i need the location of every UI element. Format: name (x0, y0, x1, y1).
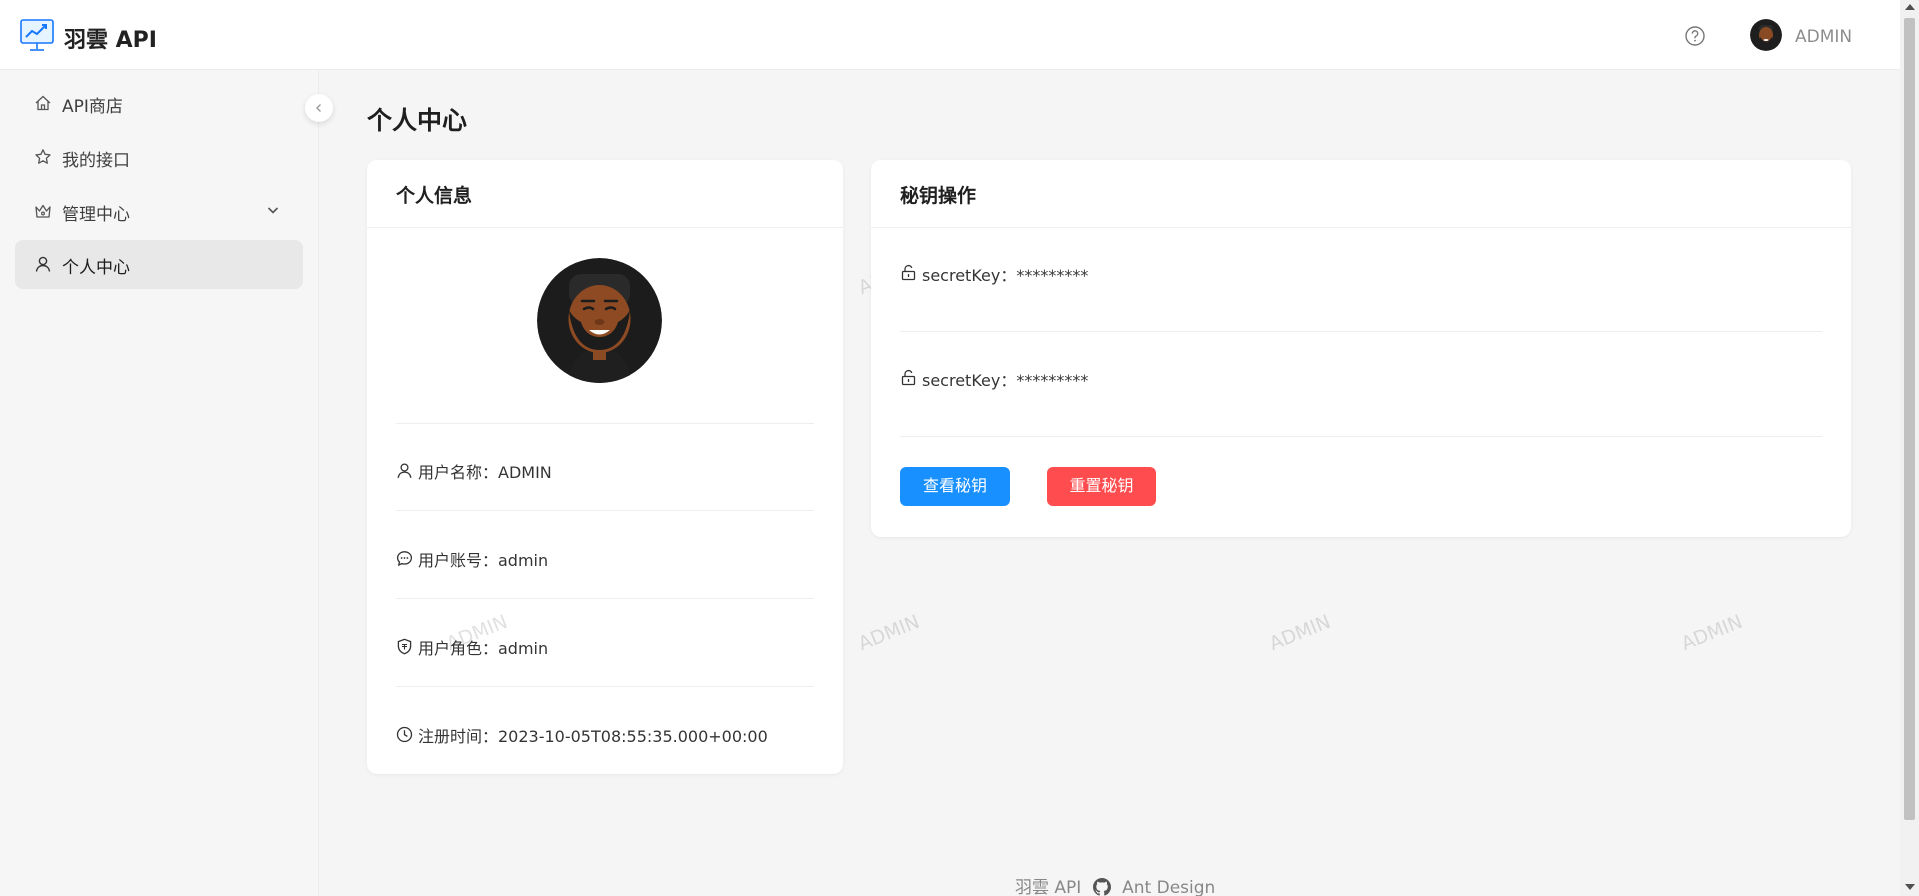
card-title: 秘钥操作 (900, 185, 977, 207)
register-time-text: 注册时间：2023-10-05T08:55:35.000+00:00 (418, 727, 768, 746)
watermark-text: ADMIN (1678, 610, 1746, 656)
user-role-text: 用户角色：admin (418, 639, 549, 658)
sidebar-item-label: 管理中心 (62, 205, 130, 225)
home-icon (35, 95, 51, 111)
avatar[interactable] (1750, 19, 1782, 51)
divider (396, 686, 814, 687)
unlock-icon (901, 369, 916, 386)
avatar (537, 258, 662, 383)
clock-icon (396, 726, 413, 743)
card-title: 个人信息 (396, 185, 473, 207)
crown-icon (35, 204, 51, 218)
watermark-text: ADMIN (855, 610, 923, 656)
question-circle-icon[interactable] (1684, 25, 1706, 47)
chevron-left-icon (316, 104, 321, 112)
divider (900, 331, 1822, 332)
card-header: 秘钥操作 (871, 160, 1851, 228)
secret-key-text: secretKey：********* (922, 266, 1089, 285)
user-account-text: 用户账号：admin (418, 551, 549, 570)
footer-ant-design-link[interactable]: Ant Design (1122, 878, 1215, 896)
scroll-up-arrow-icon[interactable] (1905, 4, 1915, 10)
divider (396, 510, 814, 511)
user-icon (397, 463, 412, 478)
sidebar-item-admin-center[interactable]: 管理中心 (15, 187, 303, 236)
monitor-chart-icon[interactable] (19, 17, 55, 53)
scroll-down-arrow-icon[interactable] (1905, 884, 1915, 890)
footer-brand-link[interactable]: 羽雲 API (1015, 878, 1081, 896)
personal-info-card: 个人信息 用户名称：ADMIN 用户账号：admin 用户角色：admin 注册… (367, 160, 843, 774)
sidebar-item-personal-center[interactable]: 个人中心 (15, 240, 303, 289)
sidebar-item-label: API商店 (62, 97, 123, 117)
divider (900, 436, 1822, 437)
top-header: 羽雲 API ADMIN (0, 0, 1900, 70)
scrollbar-thumb[interactable] (1904, 18, 1915, 820)
user-name-text: 用户名称：ADMIN (418, 463, 552, 482)
divider (396, 598, 814, 599)
github-icon[interactable] (1092, 878, 1111, 896)
vertical-scrollbar[interactable] (1900, 0, 1919, 896)
sidebar: API商店 我的接口 管理中心 个人中心 (0, 70, 319, 896)
user-icon (35, 256, 51, 272)
watermark-text: ADMIN (1266, 610, 1334, 656)
username-label[interactable]: ADMIN (1795, 27, 1852, 47)
brand-title[interactable]: 羽雲 API (64, 22, 157, 54)
comment-icon (396, 551, 413, 567)
card-header: 个人信息 (367, 160, 843, 228)
sidebar-collapse-button[interactable] (305, 94, 333, 122)
secret-key-text: secretKey：********* (922, 371, 1089, 390)
unlock-icon (901, 264, 916, 281)
sidebar-item-label: 我的接口 (62, 151, 130, 171)
footer: 羽雲 API Ant Design (1015, 873, 1215, 896)
chevron-down-icon (267, 207, 279, 214)
reset-secret-key-button[interactable]: 重置秘钥 (1047, 467, 1156, 506)
sidebar-item-label: 个人中心 (62, 258, 130, 278)
secret-key-card: 秘钥操作 secretKey：********* secretKey：*****… (871, 160, 1851, 537)
shield-icon (397, 638, 412, 655)
divider (396, 423, 814, 424)
view-secret-key-button[interactable]: 查看秘钥 (900, 467, 1010, 506)
page-title: 个人中心 (367, 106, 468, 135)
sidebar-item-api-store[interactable]: API商店 (15, 79, 303, 128)
star-icon (35, 149, 51, 164)
sidebar-item-my-interfaces[interactable]: 我的接口 (15, 133, 303, 182)
